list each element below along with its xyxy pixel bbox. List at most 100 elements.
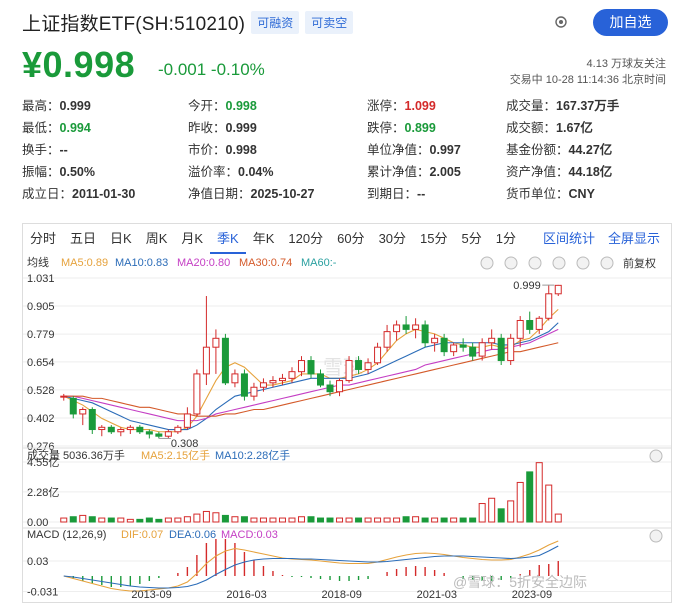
candle-body	[145, 431, 153, 435]
tab-period[interactable]: 年K	[246, 224, 282, 254]
stat-label: 资产净值：	[506, 165, 569, 179]
tab-period[interactable]: 日K	[103, 224, 139, 254]
stat-value: 2011-01-30	[72, 187, 136, 201]
volume-bar	[193, 513, 201, 523]
tab-period[interactable]: 30分	[372, 224, 413, 254]
stat-label: 累计净值：	[367, 165, 430, 179]
candle-body	[231, 373, 239, 384]
candle-body	[174, 426, 182, 433]
candle-body	[107, 426, 115, 433]
stat-item: 累计净值：2.005	[367, 161, 461, 180]
volume-bar	[297, 516, 305, 523]
tag-margin[interactable]: 可融资	[251, 10, 300, 34]
macd-tick: 0.03	[27, 556, 48, 568]
volume-tick: 4.55亿	[27, 456, 59, 469]
stat-label: 市价：	[188, 143, 226, 157]
volume-bar	[516, 481, 524, 523]
tab-period[interactable]: 5分	[455, 224, 489, 254]
stat-label: 今开：	[188, 99, 226, 113]
prev-icon[interactable]	[552, 256, 566, 270]
candle-body	[126, 426, 134, 431]
volume-bar	[497, 508, 505, 523]
next-icon[interactable]	[576, 256, 590, 270]
stat-item: 市价：0.998	[188, 139, 257, 158]
vol-ma5-legend: MA5:2.15亿手	[141, 448, 210, 462]
volume-bar	[98, 517, 106, 523]
volume-bar	[212, 512, 220, 523]
stat-label: 换手：	[22, 143, 60, 157]
stat-label: 成交额：	[506, 121, 557, 135]
candle-body	[164, 431, 172, 437]
volume-bar	[364, 517, 372, 523]
volume-bar	[174, 517, 182, 523]
zoom-in-icon[interactable]	[504, 256, 518, 270]
volume-bar	[478, 503, 486, 523]
tab-period[interactable]: 月K	[174, 224, 210, 254]
candle-body	[431, 337, 439, 344]
kline-chart-panel: 分时 五日 日K 周K 月K 季K 年K 120分 60分 30分 15分 5分 1分 区间统计 全屏显…	[22, 223, 672, 603]
tab-period[interactable]: 季K	[210, 224, 246, 254]
stat-label: 溢价率：	[188, 165, 239, 179]
stat-label: 单位净值：	[367, 143, 430, 157]
volume-bar	[345, 517, 353, 523]
candle-body	[478, 342, 486, 357]
y-tick: 0.905	[27, 301, 55, 313]
stat-item: 今开：0.998	[188, 95, 257, 114]
candle-body	[545, 293, 553, 319]
volume-bar	[164, 517, 172, 523]
stat-label: 到期日：	[367, 187, 418, 201]
x-tick: 2013-09	[131, 589, 171, 601]
volume-bar	[393, 517, 401, 523]
y-tick: 0.402	[27, 413, 55, 425]
tab-period[interactable]: 分时	[23, 224, 63, 254]
undo-icon[interactable]	[480, 256, 494, 270]
ma30-legend: MA30:0.74	[239, 257, 292, 269]
add-watchlist-button[interactable]: 加自选	[593, 9, 668, 36]
tag-short[interactable]: 可卖空	[305, 10, 354, 34]
collapse-icon[interactable]	[649, 529, 663, 543]
stat-value: 0.899	[404, 121, 436, 135]
settings-icon[interactable]	[553, 14, 569, 30]
volume-bar	[469, 517, 477, 523]
zoom-out-icon[interactable]	[528, 256, 542, 270]
stat-item: 货币单位：CNY	[506, 183, 595, 202]
candle-body	[117, 429, 125, 433]
candle-body	[317, 373, 325, 386]
tab-period[interactable]: 15分	[413, 224, 454, 254]
stat-value: 0.998	[225, 99, 257, 113]
fullscreen-button[interactable]: 全屏显示	[608, 224, 660, 254]
volume-bar	[431, 517, 439, 523]
stat-item: 跌停：0.899	[367, 117, 436, 136]
stat-item: 涨停：1.099	[367, 95, 436, 114]
range-stats-button[interactable]: 区间统计	[543, 224, 595, 254]
stat-value: 0.04%	[238, 165, 274, 179]
volume-bar	[526, 471, 534, 523]
volume-bar	[326, 517, 334, 523]
kline-svg[interactable]: 均线 MA5:0.89 MA10:0.83 MA20:0.80 MA30:0.74 MA6…	[23, 254, 671, 602]
collapse-icon[interactable]	[649, 449, 663, 463]
stat-value: 0.997	[429, 143, 461, 157]
tab-period[interactable]: 周K	[139, 224, 175, 254]
candle-body	[202, 346, 210, 375]
stat-label: 振幅：	[22, 165, 60, 179]
volume-bar	[69, 516, 77, 523]
y-tick: 0.779	[27, 329, 55, 341]
volume-bar	[535, 462, 543, 523]
candle-body	[183, 413, 191, 428]
stat-value: 1.099	[404, 99, 436, 113]
stat-value: 44.27亿	[568, 143, 613, 157]
candle-body	[259, 382, 267, 388]
volume-bar	[288, 517, 296, 523]
tab-period[interactable]: 120分	[281, 224, 330, 254]
candle-body	[136, 426, 144, 433]
y-tick: 1.031	[27, 273, 55, 285]
reset-icon[interactable]	[600, 256, 614, 270]
stat-value: 2.005	[429, 165, 461, 179]
tab-period[interactable]: 60分	[330, 224, 371, 254]
stat-item: 成交量：167.37万手	[506, 95, 619, 114]
volume-bar	[421, 517, 429, 523]
tab-period[interactable]: 1分	[489, 224, 523, 254]
tab-period[interactable]: 五日	[63, 224, 103, 254]
volume-bar	[183, 516, 191, 523]
followers-count[interactable]: 4.13 万球友关注	[587, 55, 666, 71]
